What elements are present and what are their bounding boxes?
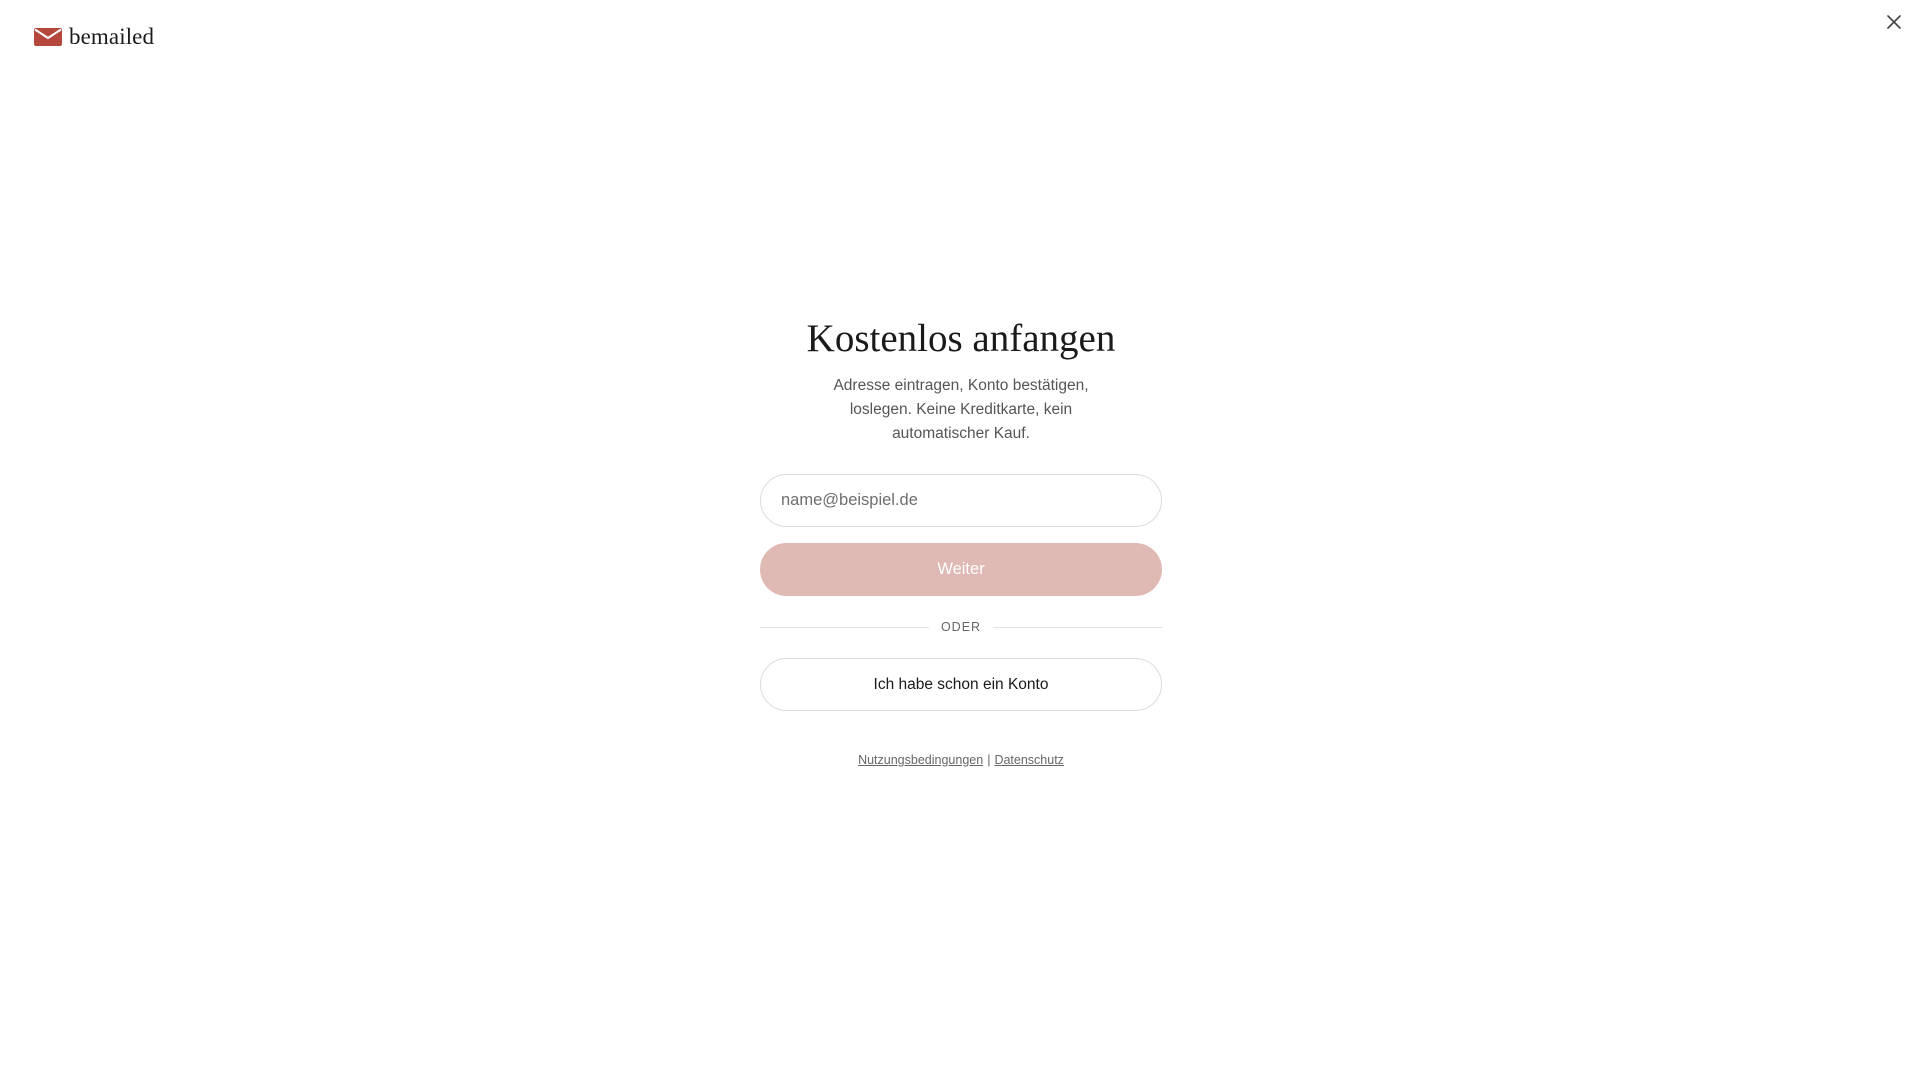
continue-button[interactable]: Weiter: [760, 543, 1162, 596]
brand-name: bemailed: [69, 24, 155, 49]
divider-line: [760, 626, 929, 628]
or-divider: ODER: [760, 620, 1162, 634]
brand-logo[interactable]: bemailed: [34, 24, 154, 50]
legal-separator: |: [987, 753, 991, 767]
terms-link[interactable]: Nutzungsbedingungen: [858, 753, 983, 767]
page-subtitle: Adresse eintragen, Konto bestätigen, los…: [833, 377, 1089, 442]
close-icon: [1887, 14, 1901, 34]
divider-line: [993, 626, 1162, 628]
envelope-icon: [34, 28, 62, 46]
existing-account-button[interactable]: Ich habe schon ein Konto: [760, 658, 1162, 711]
privacy-link[interactable]: Datenschutz: [994, 753, 1063, 767]
close-button[interactable]: [1882, 12, 1906, 36]
signup-panel: Kostenlos anfangen Adresse eintragen, Ko…: [760, 314, 1162, 767]
divider-label: ODER: [940, 620, 982, 634]
legal-links: Nutzungsbedingungen | Datenschutz: [858, 753, 1064, 767]
email-field[interactable]: [760, 474, 1162, 527]
page-title: Kostenlos anfangen: [806, 317, 1116, 360]
